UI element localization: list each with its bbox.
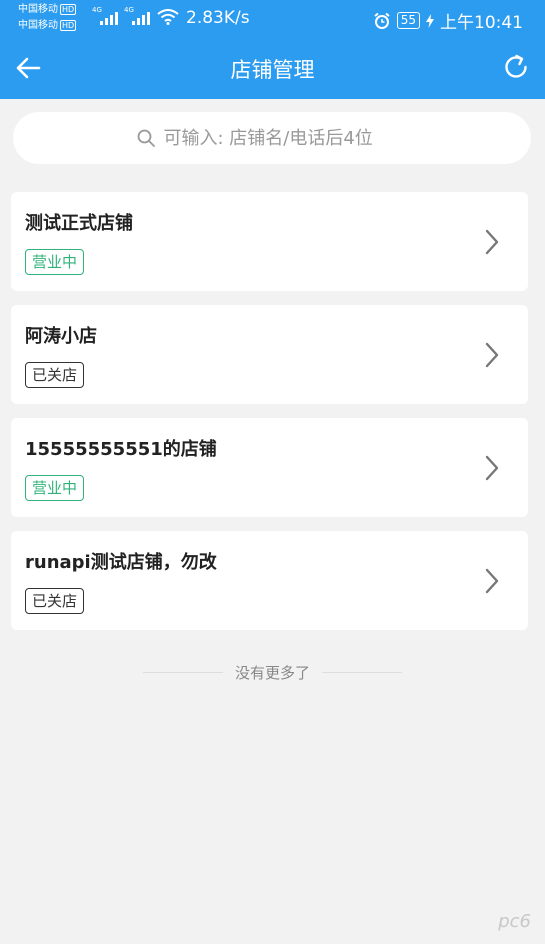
store-card[interactable]: runapi测试店铺，勿改 已关店	[11, 531, 528, 630]
no-more-text: 没有更多了	[234, 663, 310, 682]
hd-badge-1: HD	[60, 4, 77, 15]
search-bar[interactable]	[13, 112, 531, 164]
charging-icon	[426, 13, 434, 28]
divider-line	[142, 671, 223, 673]
page-title: 店铺管理	[230, 58, 315, 82]
chevron-right-icon	[485, 342, 499, 368]
refresh-button[interactable]	[501, 52, 531, 82]
wifi-icon	[157, 9, 179, 25]
carrier-1-label: 中国移动	[18, 4, 58, 15]
store-status-badge: 已关店	[25, 362, 85, 388]
carrier-2: 中国移动 HD	[18, 20, 77, 31]
store-name: 测试正式店铺	[25, 213, 133, 234]
store-status-badge: 营业中	[25, 249, 85, 275]
store-card[interactable]: 测试正式店铺 营业中	[11, 192, 528, 291]
carrier-1: 中国移动 HD	[18, 4, 77, 15]
store-list: 测试正式店铺 营业中 阿涛小店 已关店 15555555551的店铺 营业中 r…	[11, 192, 528, 644]
refresh-icon	[505, 54, 527, 78]
divider-line	[322, 671, 402, 673]
carrier-2-label: 中国移动	[18, 20, 58, 31]
store-status-badge: 营业中	[25, 475, 85, 501]
hd-badge-2: HD	[60, 20, 77, 31]
no-more-indicator: 没有更多了	[0, 662, 545, 682]
search-icon	[137, 129, 155, 147]
search-input[interactable]	[163, 127, 409, 149]
store-card[interactable]: 15555555551的店铺 营业中	[11, 418, 528, 517]
chevron-right-icon	[485, 455, 499, 481]
store-status-badge: 已关店	[25, 588, 85, 614]
chevron-right-icon	[485, 229, 499, 255]
battery-level: 55	[396, 12, 420, 29]
chevron-right-icon	[485, 568, 499, 594]
network-speed: 2.83K/s	[186, 8, 250, 28]
alarm-icon	[374, 12, 390, 29]
store-card[interactable]: 阿涛小店 已关店	[11, 305, 528, 404]
store-name: runapi测试店铺，勿改	[25, 552, 217, 573]
store-name: 阿涛小店	[25, 326, 97, 347]
watermark-logo: pc6	[498, 911, 531, 932]
nav-bar: 店铺管理	[0, 36, 545, 99]
clock: 上午10:41	[440, 13, 523, 33]
store-name: 15555555551的店铺	[25, 439, 217, 460]
status-bar: 中国移动 HD 中国移动 HD 4G 4G 2.83K/s 55 上午10:41	[0, 0, 545, 36]
